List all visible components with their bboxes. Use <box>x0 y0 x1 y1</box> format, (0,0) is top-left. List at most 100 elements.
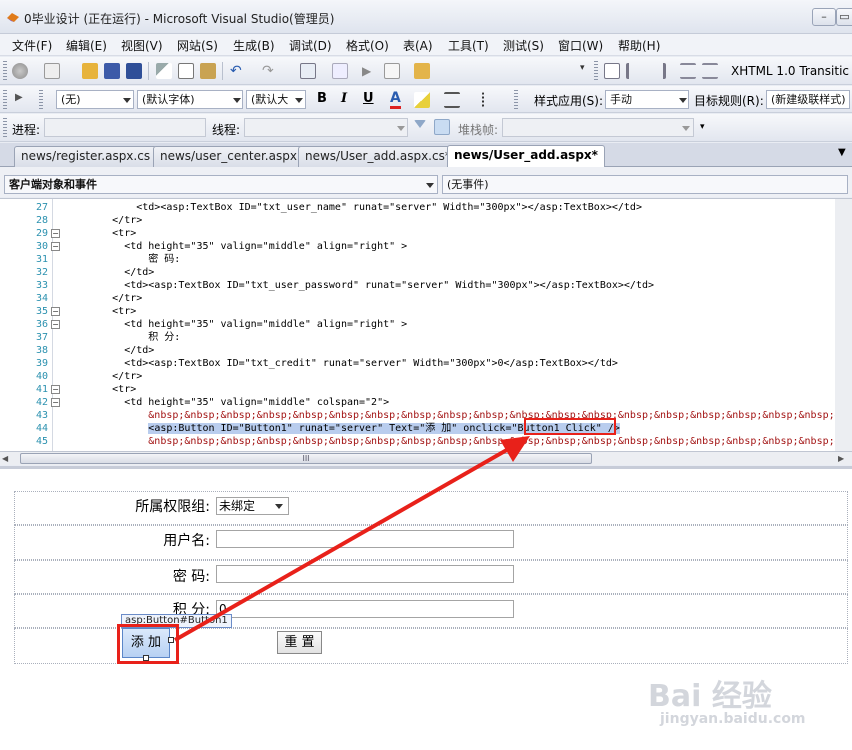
tab-user-add-aspx[interactable]: news/User_add.aspx* <box>447 145 605 167</box>
menu-view[interactable]: 视图(V) <box>121 37 163 53</box>
bold-button[interactable]: B <box>317 91 327 106</box>
fold-toggle-icon[interactable]: − <box>51 385 60 394</box>
fold-toggle-icon[interactable]: − <box>51 242 60 251</box>
reset-button[interactable]: 重 置 <box>277 631 322 654</box>
doctype-selector[interactable]: XHTML 1.0 Transitic <box>731 64 849 78</box>
chevron-down-icon[interactable] <box>233 98 241 103</box>
vertical-scrollbar[interactable] <box>835 199 852 451</box>
menu-test[interactable]: 测试(S) <box>503 37 544 53</box>
font-combo[interactable]: (默认字体) <box>137 90 243 109</box>
chevron-down-icon[interactable] <box>123 98 131 103</box>
chevron-down-icon[interactable] <box>426 183 434 188</box>
toolbar-grip[interactable] <box>3 118 7 138</box>
chevron-down-icon[interactable] <box>679 98 687 103</box>
code-line: </tr> <box>64 215 143 226</box>
fold-toggle-icon[interactable]: − <box>51 229 60 238</box>
menu-tools[interactable]: 工具(T) <box>448 37 489 53</box>
process-combo[interactable] <box>44 118 206 137</box>
toggle-filter-icon[interactable] <box>434 119 450 135</box>
tab-register-cs[interactable]: news/register.aspx.cs <box>14 146 158 167</box>
font-color-icon[interactable]: A <box>390 90 401 109</box>
view-designer-icon[interactable] <box>604 63 620 79</box>
client-objects-combo[interactable]: 客户端对象和事件 <box>4 175 438 194</box>
thread-label: 线程: <box>212 123 241 137</box>
new-project-icon[interactable] <box>12 63 28 79</box>
tab-user-add-cs[interactable]: news/User_add.aspx.cs* <box>298 146 458 167</box>
outdent-icon[interactable] <box>650 63 666 79</box>
menu-help[interactable]: 帮助(H) <box>618 37 660 53</box>
open-folder-icon[interactable] <box>82 63 98 79</box>
add-item-icon[interactable] <box>44 63 60 79</box>
redo-icon[interactable]: ↷ <box>262 63 278 79</box>
fold-toggle-icon[interactable]: − <box>51 320 60 329</box>
events-combo[interactable]: (无事件) <box>442 175 848 194</box>
scroll-right-icon[interactable]: ▶ <box>838 454 844 463</box>
scroll-thumb[interactable]: III <box>20 453 592 464</box>
navigate-backward-icon[interactable] <box>300 63 316 79</box>
username-input[interactable] <box>216 530 514 548</box>
code-editor[interactable]: 27 <td><asp:TextBox ID="txt_user_name" r… <box>0 198 852 451</box>
tab-list-chevron-icon[interactable]: ▼ <box>838 147 846 158</box>
cut-icon[interactable] <box>156 63 172 79</box>
toolbar-overflow-icon[interactable]: ▾ <box>700 122 705 132</box>
scroll-left-icon[interactable]: ◀ <box>2 454 8 463</box>
menu-debug[interactable]: 调试(D) <box>289 37 332 53</box>
stack-frame-combo[interactable] <box>502 118 694 137</box>
chevron-down-icon[interactable] <box>397 126 405 131</box>
fold-toggle-icon[interactable]: − <box>51 307 60 316</box>
toolbar-grip[interactable] <box>514 90 518 109</box>
password-input[interactable] <box>216 565 514 583</box>
uncomment-icon[interactable] <box>702 63 718 79</box>
save-icon[interactable] <box>104 63 120 79</box>
minimize-button[interactable]: – <box>812 8 836 26</box>
find-icon[interactable] <box>384 63 400 79</box>
line-number: 44 <box>35 423 48 434</box>
toolbar-grip[interactable] <box>594 61 598 81</box>
resize-handle[interactable] <box>143 655 149 661</box>
thread-combo[interactable] <box>244 118 408 137</box>
fold-toggle-icon[interactable]: − <box>51 398 60 407</box>
line-number: 38 <box>35 345 48 356</box>
resize-handle[interactable] <box>168 637 174 643</box>
chevron-down-icon[interactable] <box>682 126 690 131</box>
undo-icon[interactable]: ↶ <box>230 63 246 79</box>
tab-user-center[interactable]: news/user_center.aspx <box>153 146 304 167</box>
menu-table[interactable]: 表(A) <box>403 37 433 53</box>
maximize-button[interactable]: ▭ <box>836 8 852 26</box>
menu-file[interactable]: 文件(F) <box>12 37 52 53</box>
navigate-forward-icon[interactable] <box>332 63 348 79</box>
style-application-combo[interactable]: 手动 <box>605 90 689 109</box>
menu-format[interactable]: 格式(O) <box>346 37 389 53</box>
indent-icon[interactable] <box>626 63 642 79</box>
menu-window[interactable]: 窗口(W) <box>558 37 603 53</box>
menu-website[interactable]: 网站(S) <box>177 37 218 53</box>
chevron-down-icon[interactable] <box>295 98 303 103</box>
list-icon[interactable] <box>482 92 498 108</box>
target-rule-combo[interactable]: (新建级联样式) <box>766 90 850 109</box>
toolbar-overflow-icon[interactable]: ▾ <box>580 63 585 73</box>
copy-icon[interactable] <box>178 63 194 79</box>
toolbar-grip[interactable] <box>3 61 7 81</box>
filter-icon[interactable] <box>414 120 426 128</box>
save-all-icon[interactable] <box>126 63 142 79</box>
play-icon[interactable]: ▶ <box>15 92 23 103</box>
code-line: &nbsp;&nbsp;&nbsp;&nbsp;&nbsp;&nbsp;&nbs… <box>148 436 852 447</box>
toolbar-grip[interactable] <box>3 90 7 109</box>
toolbar-grip[interactable] <box>39 90 43 109</box>
align-icon[interactable] <box>444 92 460 108</box>
start-debug-icon[interactable]: ▶ <box>362 63 378 79</box>
formatting-toolbar: ▶ (无) (默认字体) (默认大 B I U A 样式应用(S): 手动 目标… <box>0 86 852 113</box>
menu-edit[interactable]: 编辑(E) <box>66 37 107 53</box>
design-view[interactable]: 所属权限组: 未绑定 用户名: 密 码: 积 分: 0 asp:Button#B… <box>0 466 852 750</box>
paste-icon[interactable] <box>200 63 216 79</box>
underline-button[interactable]: U <box>363 91 374 106</box>
horizontal-scrollbar[interactable]: ◀ III ▶ <box>0 451 852 465</box>
properties-icon[interactable] <box>414 63 430 79</box>
credit-input[interactable]: 0 <box>216 600 514 618</box>
comment-icon[interactable] <box>680 63 696 79</box>
menu-build[interactable]: 生成(B) <box>233 37 275 53</box>
highlight-icon[interactable] <box>414 92 430 108</box>
chevron-down-icon[interactable] <box>275 504 283 509</box>
italic-button[interactable]: I <box>341 91 347 106</box>
standard-toolbar: ↶ ↷ ▶ ▾ XHTML 1.0 Transitic <box>0 57 852 85</box>
